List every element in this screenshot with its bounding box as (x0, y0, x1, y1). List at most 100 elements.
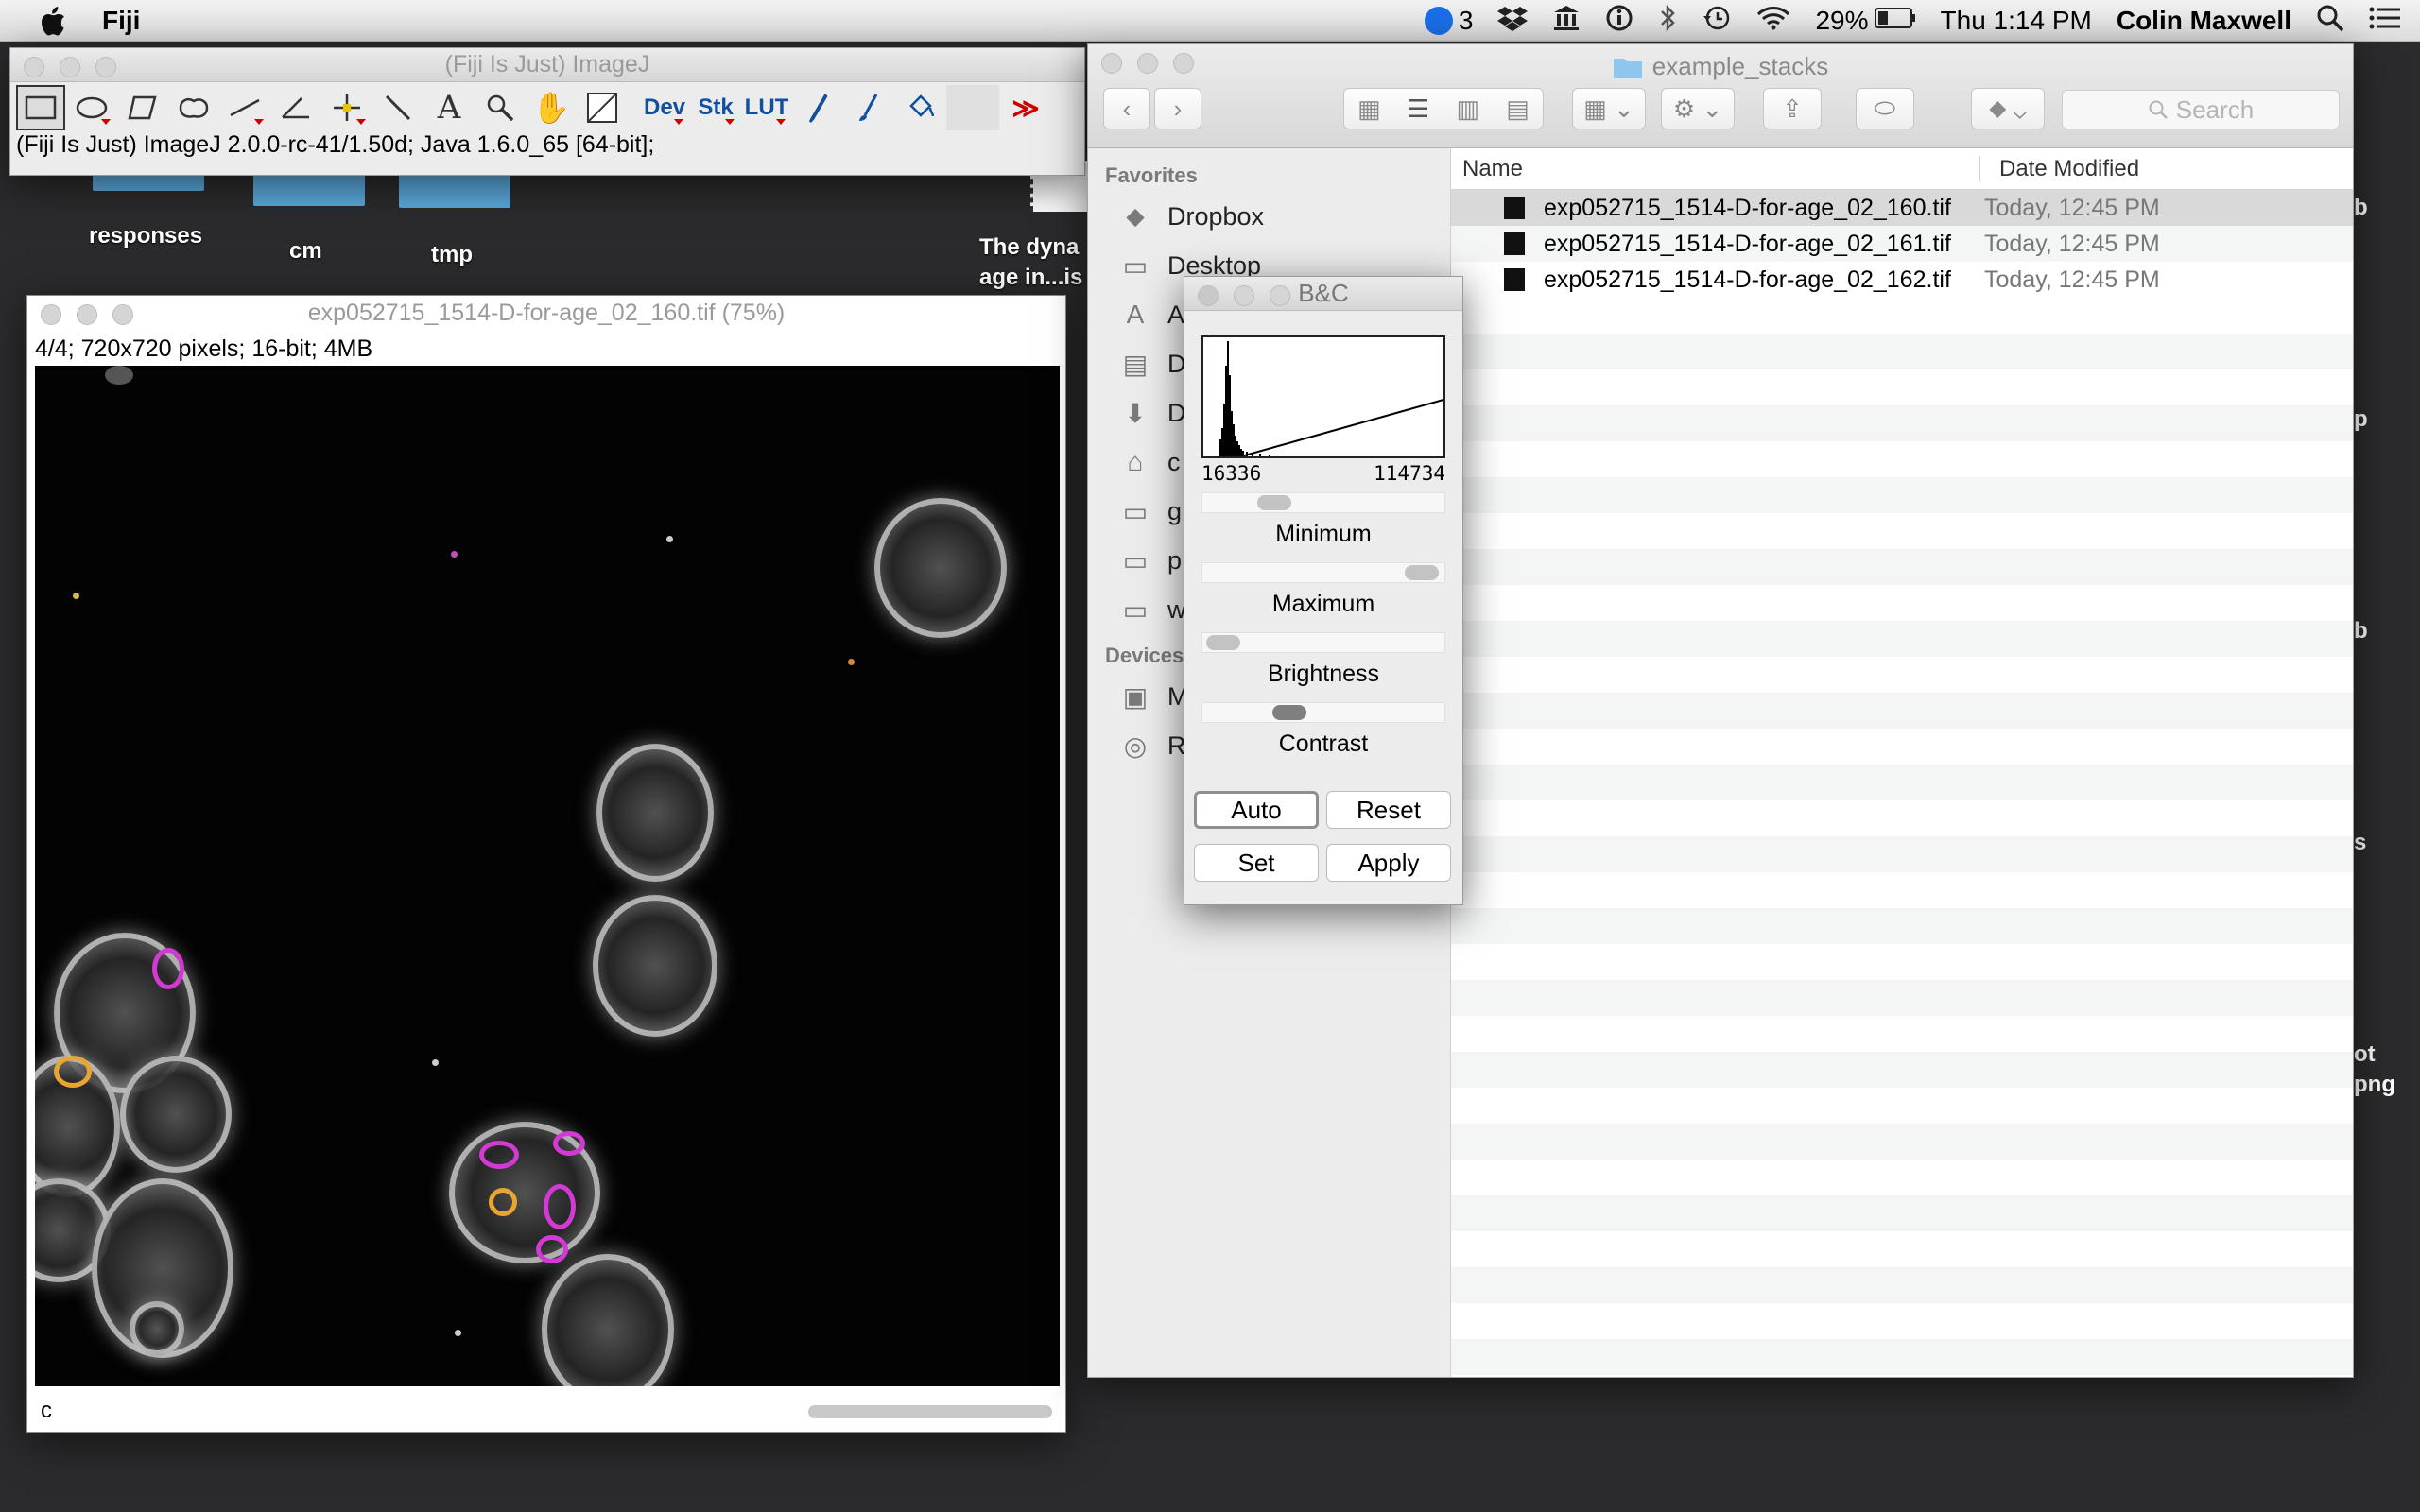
finder-title-text: example_stacks (1651, 52, 1829, 80)
zoom-button[interactable] (112, 304, 133, 325)
action-gear-icon[interactable]: ⚙ ⌄ (1661, 88, 1735, 129)
dropbox-icon: ⬥ (1126, 200, 1145, 231)
angle-tool-icon[interactable] (271, 85, 320, 130)
column-view-icon[interactable]: ▥ (1456, 94, 1479, 124)
desktop-folder-label[interactable]: responses (89, 223, 202, 249)
desktop-edge-label: s (2354, 830, 2367, 855)
microscopy-image-canvas[interactable] (35, 366, 1060, 1386)
wifi-icon[interactable] (1756, 5, 1790, 38)
desktop-file-label[interactable]: age in...is (979, 265, 1082, 291)
hand-tool-icon[interactable]: ✋ (527, 85, 576, 130)
color-picker-icon[interactable] (578, 85, 627, 130)
time-machine-icon[interactable] (1702, 4, 1732, 39)
apple-icon[interactable] (36, 5, 68, 37)
sidebar-item-dropbox[interactable]: ⬥ Dropbox (1088, 192, 1450, 241)
forward-button[interactable]: › (1154, 88, 1201, 129)
file-row[interactable]: exp052715_1514-D-for-age_02_161.tif Today… (1451, 226, 2353, 262)
freehand-tool-icon[interactable] (169, 85, 218, 130)
pencil-tool-icon[interactable] (793, 85, 842, 130)
notification-indicator[interactable]: 3 (1424, 6, 1474, 36)
minimize-button[interactable] (77, 304, 97, 325)
minimize-button[interactable] (60, 57, 80, 77)
tif-file-icon (1504, 197, 1525, 219)
text-tool-icon[interactable]: A (424, 85, 474, 130)
dropbox-icon[interactable] (1497, 5, 1529, 38)
desktop-folder-label[interactable]: cm (289, 238, 322, 265)
arrange-button[interactable]: ▦ ⌄ (1572, 88, 1646, 129)
rectangle-tool-icon[interactable] (16, 85, 65, 130)
slider-thumb[interactable] (1405, 565, 1439, 580)
imagej-titlebar[interactable]: (Fiji Is Just) ImageJ (10, 48, 1084, 82)
clock[interactable]: Thu 1:14 PM (1941, 6, 2092, 36)
dropbox-menu-icon[interactable]: ⬥ ⌄ (1971, 88, 2045, 129)
reset-button[interactable]: Reset (1326, 791, 1451, 829)
search-placeholder: Search (2175, 94, 2255, 124)
notification-count: 3 (1458, 6, 1474, 35)
date-column-header[interactable]: Date Modified (1980, 156, 2139, 182)
point-tool-icon[interactable] (322, 85, 372, 130)
zoom-button[interactable] (95, 57, 116, 77)
lut-label: LUT (744, 94, 789, 120)
oval-tool-icon[interactable] (67, 85, 116, 130)
set-button[interactable]: Set (1194, 844, 1319, 882)
window-title: (Fiji Is Just) ImageJ (444, 51, 650, 77)
slider-thumb[interactable] (1257, 495, 1291, 510)
desktop-folder-label[interactable]: tmp (431, 242, 473, 268)
bc-titlebar[interactable]: B&C (1184, 277, 1462, 311)
close-button[interactable] (41, 304, 61, 325)
close-button[interactable] (24, 57, 44, 77)
polygon-tool-icon[interactable] (118, 85, 167, 130)
zoom-button[interactable] (1270, 285, 1290, 306)
sidebar-item-label: p (1167, 545, 1183, 575)
list-view-icon[interactable]: ☰ (1408, 94, 1429, 124)
file-row[interactable]: exp052715_1514-D-for-age_02_162.tif Today… (1451, 262, 2353, 298)
app-menu-fiji[interactable]: Fiji (102, 6, 140, 36)
tag-icon[interactable]: ⬭ (1856, 88, 1914, 129)
fluorescent-marker (152, 948, 184, 989)
disc-icon: ◎ (1123, 730, 1148, 761)
slider-thumb[interactable] (1206, 635, 1240, 650)
sidebar-item-label: A (1167, 300, 1185, 329)
desktop-file-label[interactable]: The dyna (979, 234, 1079, 261)
histogram-plot (1219, 341, 1444, 457)
channel-label[interactable]: c (41, 1398, 52, 1424)
flood-fill-icon[interactable] (895, 85, 944, 130)
lut-tool-button[interactable]: LUT (742, 85, 791, 130)
horizontal-scrollbar[interactable] (808, 1405, 1052, 1418)
apply-button[interactable]: Apply (1326, 844, 1451, 882)
slider-thumb[interactable] (1272, 705, 1306, 720)
bank-icon[interactable] (1552, 4, 1581, 39)
more-tools-button[interactable]: ≫ (1001, 85, 1050, 130)
name-column-header[interactable]: Name (1451, 155, 1980, 182)
info-circle-icon[interactable] (1605, 4, 1634, 39)
debris-spot (451, 551, 458, 558)
image-titlebar[interactable]: exp052715_1514-D-for-age_02_160.tif (75%… (27, 296, 1065, 330)
dev-tool-button[interactable]: Dev (640, 85, 689, 130)
minimize-button[interactable] (1234, 285, 1254, 306)
wand-tool-icon[interactable] (373, 85, 423, 130)
magnifier-icon[interactable] (475, 85, 525, 130)
stack-tool-button[interactable]: Stk (691, 85, 740, 130)
cover-flow-icon[interactable]: ▤ (1506, 94, 1530, 124)
back-button[interactable]: ‹ (1103, 88, 1150, 129)
maximum-slider[interactable] (1201, 562, 1445, 583)
battery-status[interactable]: 29% (1815, 6, 1915, 36)
yeast-cell (874, 498, 1007, 638)
minimum-slider[interactable] (1201, 492, 1445, 513)
share-icon[interactable]: ⇪ (1763, 88, 1822, 129)
empty-tool-slot[interactable] (946, 85, 999, 130)
brightness-slider[interactable] (1201, 632, 1445, 653)
close-button[interactable] (1198, 285, 1219, 306)
bluetooth-icon[interactable] (1658, 4, 1677, 39)
line-tool-icon[interactable] (220, 85, 269, 130)
spotlight-search-icon[interactable] (2316, 4, 2344, 39)
range-max: 114734 (1374, 462, 1445, 485)
file-row[interactable]: exp052715_1514-D-for-age_02_160.tif Today… (1451, 190, 2353, 226)
search-input[interactable]: Search (2062, 90, 2340, 129)
user-name[interactable]: Colin Maxwell (2117, 6, 2291, 36)
brush-tool-icon[interactable] (844, 85, 893, 130)
notification-center-icon[interactable] (2369, 6, 2401, 37)
contrast-slider[interactable] (1201, 702, 1445, 723)
auto-button[interactable]: Auto (1194, 791, 1319, 829)
icon-view-icon[interactable]: ▦ (1357, 94, 1381, 124)
